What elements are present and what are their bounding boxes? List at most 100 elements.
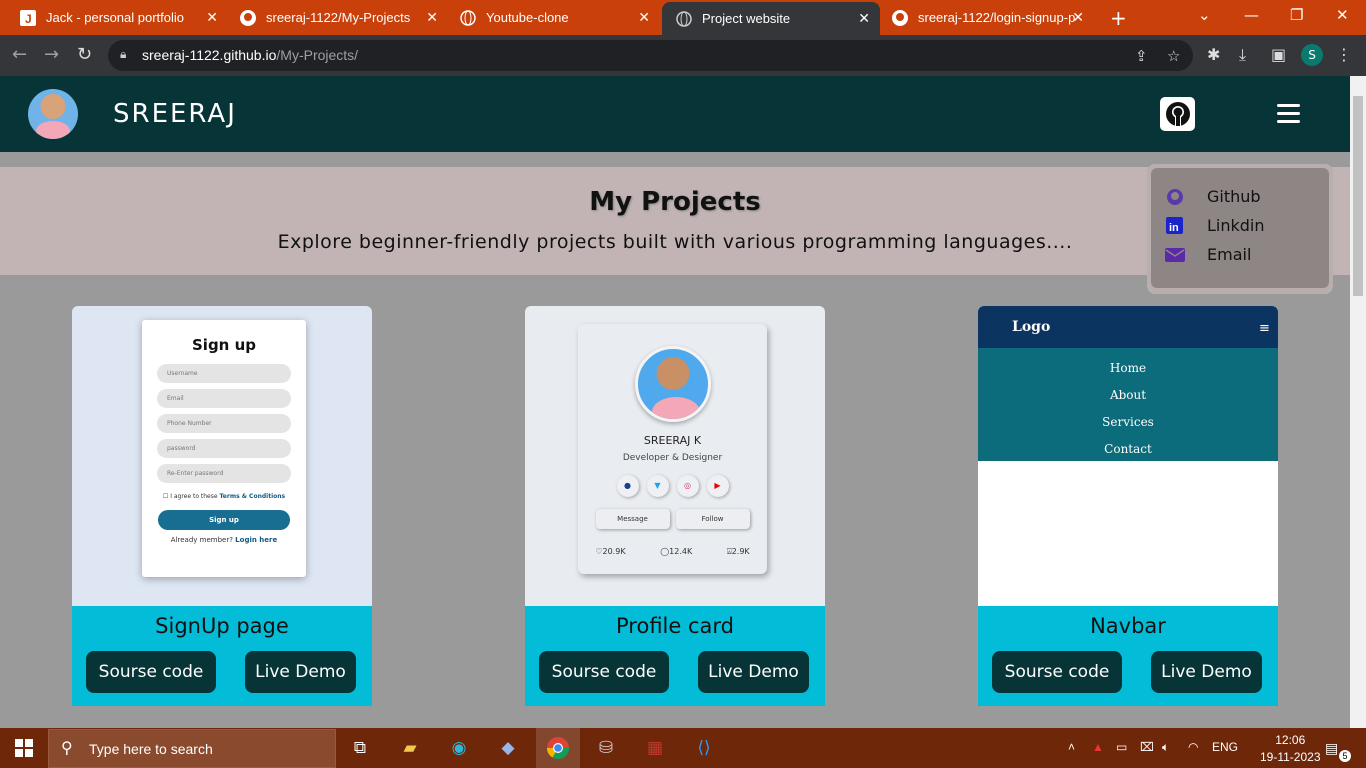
edge-icon[interactable]: ◉ [447, 736, 471, 760]
notification-icon[interactable]: ▤ [1325, 740, 1338, 757]
profile-avatar[interactable]: S [1301, 44, 1323, 66]
likes-count: ♡20.9K [595, 547, 626, 556]
login-link: Login here [235, 536, 278, 544]
profile-card-box: SREERAJ K Developer & Designer ● ▼ ◎ ▶ M… [578, 324, 767, 574]
tab-login-signup-repo[interactable]: sreeraj-1122/login-signup-p ✕ [878, 0, 1094, 35]
dropdown-item-linkedin[interactable]: in Linkdin [1165, 211, 1329, 240]
tab-search-chevron-icon[interactable]: ⌄ [1198, 6, 1211, 24]
close-icon[interactable]: ✕ [858, 10, 870, 27]
forward-arrow-icon[interactable]: → [44, 44, 59, 65]
reload-icon[interactable]: ↻ [77, 44, 92, 65]
dropdown-item-email[interactable]: Email [1165, 240, 1329, 269]
tab-youtube-clone[interactable]: Youtube-clone ✕ [446, 0, 660, 35]
login-prefix: Already member? [170, 536, 233, 544]
login-prompt: Already member? Login here [142, 536, 306, 544]
source-code-button[interactable]: Sourse code [539, 651, 669, 693]
github-icon [1165, 102, 1190, 126]
github-icon [1165, 188, 1185, 206]
signup-heading: Sign up [192, 336, 256, 354]
globe-icon [460, 9, 476, 26]
dropdown-label: Email [1207, 245, 1252, 264]
taskbar-search[interactable]: ⚲ Type here to search [48, 729, 336, 768]
url-host: sreeraj-1122.github.io [142, 47, 277, 63]
username-field: Username [157, 364, 291, 383]
task-view-icon[interactable]: ⧉ [348, 736, 372, 760]
tab-project-website[interactable]: Project website ✕ [662, 2, 880, 35]
profile-stats: ♡20.9K ◯12.4K ⍓2.9K [578, 547, 767, 557]
avatar [634, 346, 711, 422]
menu-kebab-icon[interactable]: ⋮ [1336, 45, 1352, 64]
source-code-button[interactable]: Sourse code [86, 651, 216, 693]
github-button[interactable] [1160, 97, 1195, 131]
email-icon [1165, 246, 1185, 264]
network-device-icon[interactable]: ⌧ [1140, 740, 1154, 754]
navbar-logo: Logo [1012, 319, 1051, 335]
page-scrollbar[interactable] [1350, 76, 1366, 728]
social-dropdown: Github in Linkdin Email [1147, 164, 1333, 294]
live-demo-button[interactable]: Live Demo [245, 651, 356, 693]
tab-my-projects-repo[interactable]: sreeraj-1122/My-Projects ✕ [226, 0, 448, 35]
chevron-up-icon[interactable]: ˄ [1068, 740, 1075, 754]
dropdown-label: Github [1207, 187, 1261, 206]
tab-portfolio[interactable]: J Jack - personal portfolio ✕ [6, 0, 228, 35]
youtube-icon: ▶ [706, 475, 729, 497]
clock[interactable]: 12:06 19-11-2023 [1260, 732, 1321, 766]
card-title: SignUp page [155, 614, 289, 638]
live-demo-button[interactable]: Live Demo [1151, 651, 1262, 693]
agree-text: I agree to these [170, 493, 218, 500]
file-explorer-icon[interactable]: ▰ [398, 736, 422, 760]
twitter-icon: ▼ [646, 475, 669, 497]
search-icon: ⚲ [61, 738, 73, 757]
linkedin-icon: in [1165, 216, 1185, 235]
search-placeholder: Type here to search [89, 741, 213, 757]
winrar-icon[interactable]: ▦ [643, 736, 667, 760]
bookmark-star-icon[interactable]: ☆ [1167, 47, 1180, 65]
dolphin-app-icon[interactable]: ◆ [496, 736, 520, 760]
close-icon[interactable]: ✕ [1072, 9, 1084, 26]
avatar [28, 89, 78, 139]
window-close-button[interactable]: ✕ [1336, 6, 1349, 24]
close-icon[interactable]: ✕ [638, 9, 650, 26]
restore-button[interactable]: ❐ [1290, 6, 1303, 24]
language-indicator[interactable]: ENG [1212, 740, 1238, 754]
facebook-icon: ● [616, 475, 639, 497]
terms-link: Terms & Conditions [219, 493, 286, 500]
scrollbar-thumb[interactable] [1353, 96, 1363, 296]
adobe-tray-icon[interactable]: ▲ [1092, 740, 1104, 754]
site-name: SREERAJ [113, 99, 237, 129]
message-button-preview: Message [595, 509, 670, 529]
browser-tab-strip: J Jack - personal portfolio ✕ sreeraj-11… [0, 0, 1366, 35]
live-demo-button[interactable]: Live Demo [698, 651, 809, 693]
source-code-button[interactable]: Sourse code [992, 651, 1122, 693]
side-panel-icon[interactable]: ▣ [1271, 45, 1286, 64]
instagram-icon: ◎ [676, 475, 699, 497]
card-footer: SignUp page Sourse code Live Demo [72, 606, 372, 706]
signup-submit-preview: Sign up [158, 510, 290, 530]
close-icon[interactable]: ✕ [206, 9, 218, 26]
follow-button-preview: Follow [675, 509, 750, 529]
web-page: SREERAJ My Projects Explore beginner-fri… [0, 76, 1350, 728]
hamburger-menu-icon[interactable] [1277, 104, 1300, 128]
nav-link-contact: Contact [1104, 442, 1152, 456]
wifi-icon[interactable]: ◠ [1188, 740, 1198, 754]
battery-icon[interactable]: ▭ [1116, 740, 1127, 754]
site-header: SREERAJ [0, 76, 1350, 152]
vscode-icon[interactable]: ⟨⟩ [692, 736, 716, 760]
windows-start-icon[interactable] [15, 739, 33, 757]
share-icon[interactable]: ⇪ [1135, 47, 1148, 65]
volume-icon[interactable]: 🔈︎ [1162, 740, 1169, 755]
address-bar[interactable]: 🔒︎ sreeraj-1122.github.io/My-Projects/ ⇪… [108, 40, 1193, 71]
back-arrow-icon[interactable]: ← [12, 44, 27, 65]
minimize-button[interactable]: — [1244, 6, 1259, 24]
new-tab-button[interactable]: + [1110, 6, 1127, 30]
navbar-preview-links: Home About Services Contact [978, 348, 1278, 461]
extensions-icon[interactable]: ✱ [1207, 45, 1220, 64]
url-path: /My-Projects/ [276, 47, 359, 63]
project-card-navbar: Logo ≡ Home About Services Contact Navba… [978, 306, 1278, 706]
chrome-icon[interactable] [536, 728, 580, 768]
close-icon[interactable]: ✕ [426, 9, 438, 26]
database-icon[interactable]: ⛁ [594, 736, 618, 760]
dropdown-item-github[interactable]: Github [1165, 182, 1329, 211]
project-card-profile: SREERAJ K Developer & Designer ● ▼ ◎ ▶ M… [525, 306, 825, 706]
download-icon[interactable]: ⤓ [1239, 45, 1246, 65]
